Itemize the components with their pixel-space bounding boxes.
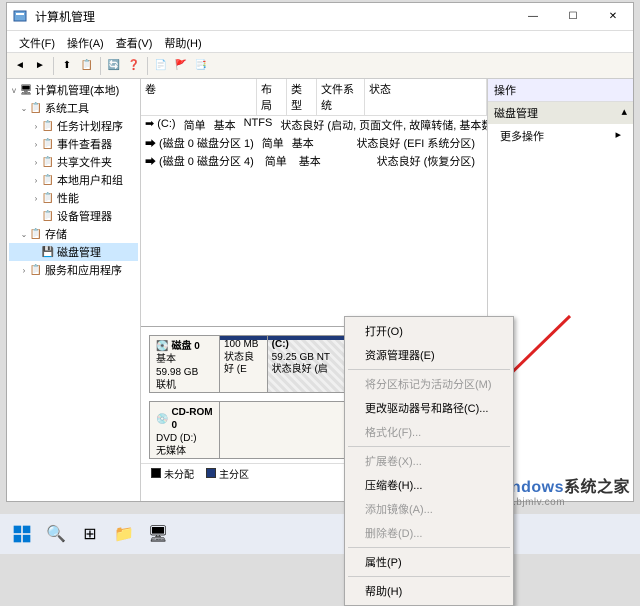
window-title: 计算机管理: [35, 8, 513, 25]
show-icon[interactable]: 📋: [78, 57, 96, 75]
menu-item: 删除卷(D)...: [347, 521, 511, 545]
tree-item[interactable]: ⌄📋存储: [9, 225, 138, 243]
menubar: 文件(F) 操作(A) 查看(V) 帮助(H): [7, 31, 633, 53]
disk-info: 💽 磁盘 0基本59.98 GB联机: [150, 336, 220, 392]
chevron-up-icon: ▴: [621, 105, 627, 121]
app-window: 计算机管理 — ☐ ✕ 文件(F) 操作(A) 查看(V) 帮助(H) ◄ ► …: [6, 2, 634, 502]
partition[interactable]: (C:)59.25 GB NT状态良好 (启: [267, 336, 353, 392]
search-icon[interactable]: 🔍: [42, 520, 70, 548]
disk-info: 💿 CD-ROM 0DVD (D:)无媒体: [150, 402, 220, 458]
volume-header: 卷 布局 类型 文件系统 状态: [141, 79, 487, 116]
col-fs[interactable]: 文件系统: [317, 79, 365, 115]
flag-icon[interactable]: 🚩: [172, 57, 190, 75]
menu-view[interactable]: 查看(V): [110, 33, 159, 50]
menu-item: 扩展卷(X)...: [347, 449, 511, 473]
minimize-button[interactable]: —: [513, 3, 553, 31]
back-icon[interactable]: ◄: [11, 57, 29, 75]
menu-item[interactable]: 压缩卷(H)...: [347, 473, 511, 497]
tree-item[interactable]: ›📋任务计划程序: [9, 117, 138, 135]
volume-row[interactable]: ➡ (磁盘 0 磁盘分区 1)简单基本状态良好 (EFI 系统分区): [141, 134, 487, 152]
chevron-right-icon: ▸: [615, 128, 621, 144]
tree-panel: v🖥计算机管理(本地) ⌄📋系统工具›📋任务计划程序›📋事件查看器›📋共享文件夹…: [7, 79, 141, 501]
tree-item[interactable]: ›📋服务和应用程序: [9, 261, 138, 279]
menu-item[interactable]: 打开(O): [347, 319, 511, 343]
col-layout[interactable]: 布局: [257, 79, 287, 115]
menu-item[interactable]: 更改驱动器号和路径(C)...: [347, 396, 511, 420]
close-button[interactable]: ✕: [593, 3, 633, 31]
menu-item[interactable]: 帮助(H): [347, 579, 511, 603]
app-icon: [13, 9, 29, 25]
start-button[interactable]: [8, 520, 36, 548]
actions-more[interactable]: 更多操作▸: [488, 124, 633, 148]
tree-item[interactable]: ›📋本地用户和组: [9, 171, 138, 189]
toolbar: ◄ ► ⬆ 📋 🔄 ❓ 📄 🚩 📑: [7, 53, 633, 79]
refresh-icon[interactable]: 🔄: [105, 57, 123, 75]
volume-list: ➡ (C:)简单基本NTFS状态良好 (启动, 页面文件, 故障转储, 基本数据…: [141, 116, 487, 326]
volume-row[interactable]: ➡ (磁盘 0 磁盘分区 4)简单基本状态良好 (恢复分区): [141, 152, 487, 170]
content-area: v🖥计算机管理(本地) ⌄📋系统工具›📋任务计划程序›📋事件查看器›📋共享文件夹…: [7, 79, 633, 501]
tree-item[interactable]: ›📋事件查看器: [9, 135, 138, 153]
props-icon[interactable]: 📄: [152, 57, 170, 75]
taskbar: 🔍 ⊞ 📁 🖥: [0, 514, 640, 554]
actions-header: 操作: [488, 79, 633, 102]
menu-item: 添加镜像(A)...: [347, 497, 511, 521]
tree-item[interactable]: ⌄📋系统工具: [9, 99, 138, 117]
menu-file[interactable]: 文件(F): [13, 33, 61, 50]
menu-help[interactable]: 帮助(H): [158, 33, 207, 50]
titlebar: 计算机管理 — ☐ ✕: [7, 3, 633, 31]
col-type[interactable]: 类型: [287, 79, 317, 115]
tree-item[interactable]: 📋设备管理器: [9, 207, 138, 225]
menu-item: 格式化(F)...: [347, 420, 511, 444]
context-menu: 打开(O)资源管理器(E) 将分区标记为活动分区(M)更改驱动器号和路径(C)..…: [344, 316, 514, 606]
tree-item[interactable]: ›📋性能: [9, 189, 138, 207]
task-view-icon[interactable]: ⊞: [76, 520, 104, 548]
forward-icon[interactable]: ►: [31, 57, 49, 75]
volume-row[interactable]: ➡ (C:)简单基本NTFS状态良好 (启动, 页面文件, 故障转储, 基本数据: [141, 116, 487, 134]
menu-item[interactable]: 资源管理器(E): [347, 343, 511, 367]
col-status[interactable]: 状态: [365, 79, 487, 115]
tree-item[interactable]: ›📋共享文件夹: [9, 153, 138, 171]
maximize-button[interactable]: ☐: [553, 3, 593, 31]
partition[interactable]: 100 MB状态良好 (E: [220, 336, 267, 392]
tree-root[interactable]: v🖥计算机管理(本地): [9, 81, 138, 99]
explorer-icon[interactable]: 📁: [110, 520, 138, 548]
col-name[interactable]: 卷: [141, 79, 257, 115]
menu-item: 将分区标记为活动分区(M): [347, 372, 511, 396]
menu-action[interactable]: 操作(A): [61, 33, 110, 50]
actions-subheader[interactable]: 磁盘管理▴: [488, 102, 633, 124]
list-icon[interactable]: 📑: [192, 57, 210, 75]
app-taskbar-icon[interactable]: 🖥: [144, 520, 172, 548]
help-icon[interactable]: ❓: [125, 57, 143, 75]
tree-item[interactable]: 💾磁盘管理: [9, 243, 138, 261]
up-icon[interactable]: ⬆: [58, 57, 76, 75]
